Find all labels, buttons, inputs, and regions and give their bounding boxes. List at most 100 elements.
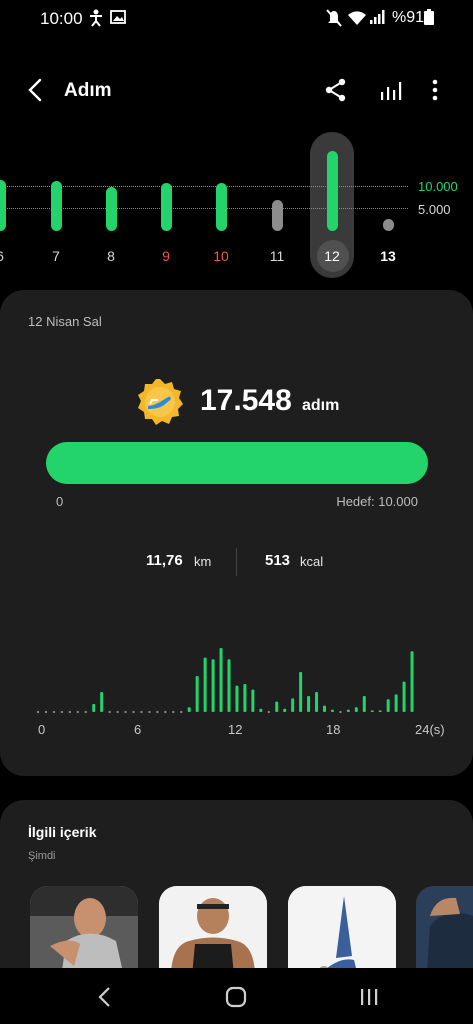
hourly-bar <box>251 689 255 712</box>
hourly-bar <box>299 672 303 712</box>
hourly-bar <box>92 704 96 712</box>
hourly-empty-dot <box>156 711 159 713</box>
wifi-icon <box>348 11 366 25</box>
hourly-empty-dot <box>124 711 127 713</box>
hourly-bar <box>402 681 406 712</box>
day-label[interactable]: 6 <box>0 248 15 264</box>
hourly-bar <box>219 648 223 712</box>
battery-icon <box>424 9 434 25</box>
hourly-bar <box>100 692 104 712</box>
day-label[interactable]: 12 <box>317 248 347 264</box>
more-icon[interactable] <box>421 76 449 104</box>
status-time: 10:00 <box>40 9 83 28</box>
hourly-bar <box>275 701 279 712</box>
hourly-empty-dot <box>172 711 175 713</box>
distance-value: 11,76 <box>146 552 183 569</box>
hourly-bar <box>370 710 374 712</box>
related-subtitle: Şimdi <box>28 850 56 862</box>
progress-goal-label: Hedef: 10.000 <box>336 494 418 509</box>
day-bar-11[interactable] <box>271 200 283 231</box>
hourly-bar <box>323 705 326 712</box>
accessibility-icon <box>90 9 102 27</box>
hourly-bar <box>315 692 319 712</box>
mute-icon <box>326 9 342 27</box>
day-bar-6[interactable] <box>0 179 6 231</box>
hourly-empty-dot <box>339 711 342 713</box>
hourly-bar <box>362 696 366 712</box>
hourly-empty-dot <box>108 711 111 713</box>
hourly-bar <box>235 685 239 712</box>
hourly-bar <box>195 676 199 712</box>
hourly-bar <box>330 709 334 712</box>
hourly-empty-dot <box>116 711 119 713</box>
selected-date: 12 Nisan Sal <box>28 314 102 329</box>
hourly-bar <box>410 651 414 712</box>
hourly-empty-dot <box>52 711 55 713</box>
hourly-bar <box>291 698 295 712</box>
navigation-bar <box>0 968 473 1024</box>
hourly-bar <box>259 708 263 712</box>
day-label[interactable]: 11 <box>262 248 292 264</box>
signal-icon <box>370 10 385 24</box>
day-label[interactable]: 7 <box>41 248 71 264</box>
hourly-bar <box>307 696 311 712</box>
bar-chart-icon[interactable] <box>377 76 405 104</box>
hour-tick-label: 6 <box>134 722 142 737</box>
day-label[interactable]: 13 <box>373 248 403 264</box>
progress-min-label: 0 <box>56 494 64 509</box>
hourly-empty-dot <box>44 711 47 713</box>
hourly-bar <box>394 694 398 712</box>
hourly-empty-dot <box>37 711 39 713</box>
hourly-empty-dot <box>68 711 71 713</box>
hourly-empty-dot <box>267 711 270 713</box>
day-bar-12[interactable] <box>326 151 338 231</box>
day-bar-13[interactable] <box>382 218 394 231</box>
hourly-empty-dot <box>164 711 167 713</box>
hour-tick-label: 18 <box>326 722 341 737</box>
day-label[interactable]: 8 <box>96 248 126 264</box>
hour-tick-label: 0 <box>38 722 46 737</box>
day-bar-10[interactable] <box>215 182 227 231</box>
steps-unit: adım <box>302 397 340 414</box>
hourly-bar <box>203 657 207 712</box>
nav-home-icon[interactable] <box>223 984 249 1010</box>
goal-label-low: 5.000 <box>418 202 451 217</box>
hourly-empty-dot <box>148 711 151 713</box>
related-title: İlgili içerik <box>28 824 97 840</box>
distance-unit: km <box>194 554 212 569</box>
hourly-empty-dot <box>180 711 183 713</box>
status-bar: 10:00 %91 <box>0 0 473 38</box>
app-bar: Adım <box>0 64 473 120</box>
hourly-empty-dot <box>132 711 135 713</box>
nav-recents-icon[interactable] <box>356 984 382 1010</box>
image-icon <box>110 10 126 24</box>
hourly-bar <box>346 709 350 712</box>
calories-unit: kcal <box>300 554 324 569</box>
stat-divider <box>236 548 237 576</box>
hourly-bar <box>243 684 247 712</box>
hourly-empty-dot <box>76 711 79 713</box>
hour-tick-label: 24(s) <box>415 722 445 737</box>
day-label[interactable]: 9 <box>151 248 181 264</box>
page-title: Adım <box>64 80 112 101</box>
calories-value: 513 <box>265 552 291 569</box>
day-bar-7[interactable] <box>50 180 62 231</box>
share-icon[interactable] <box>322 76 350 104</box>
day-bar-8[interactable] <box>105 187 117 231</box>
back-icon[interactable] <box>22 76 50 104</box>
hourly-bar <box>283 708 287 712</box>
hourly-bar <box>386 699 390 712</box>
hourly-bar <box>227 659 231 712</box>
nav-back-icon[interactable] <box>92 984 118 1010</box>
hour-tick-label: 12 <box>228 722 243 737</box>
goal-label-high: 10.000 <box>418 179 458 194</box>
day-bar-9[interactable] <box>160 182 172 231</box>
hourly-empty-dot <box>60 711 63 713</box>
battery-percent: %91 <box>392 9 425 26</box>
hourly-empty-dot <box>84 711 87 713</box>
steps-count: 17.548 <box>200 384 292 417</box>
steps-progress-fill <box>46 442 428 484</box>
achievement-badge-icon <box>138 379 183 425</box>
hourly-empty-dot <box>140 711 143 713</box>
day-label[interactable]: 10 <box>206 248 236 264</box>
